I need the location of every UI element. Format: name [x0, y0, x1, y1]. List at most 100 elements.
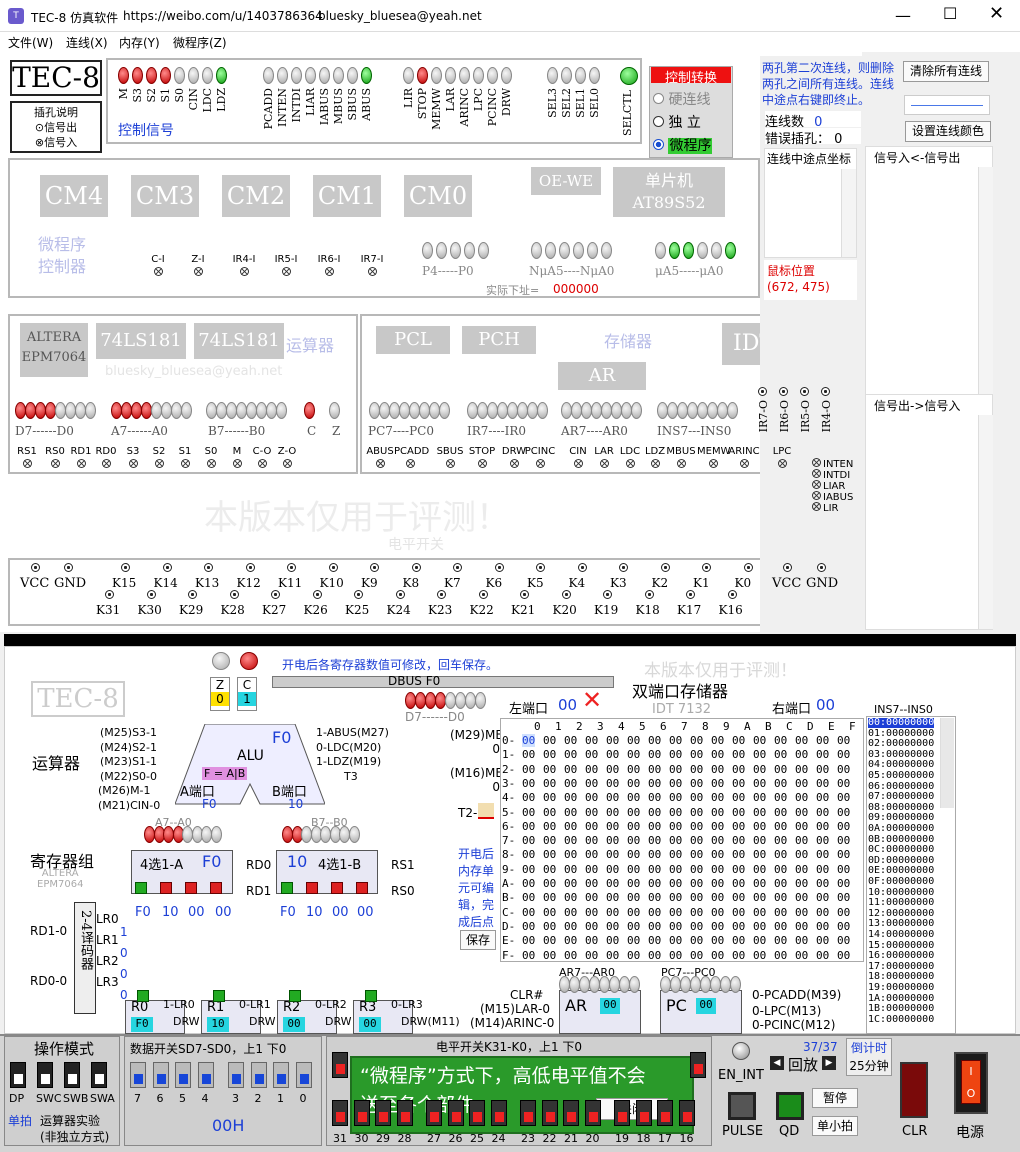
mem-cell[interactable]: 00	[585, 777, 598, 790]
mem-cell[interactable]: 00	[795, 791, 808, 804]
mem-cell[interactable]: 00	[669, 748, 682, 761]
level-switch-19[interactable]	[614, 1100, 630, 1126]
mem-cell[interactable]: 00	[690, 806, 703, 819]
mem-cell[interactable]: 00	[837, 748, 850, 761]
mem-list-item[interactable]: 19:00000000	[868, 983, 934, 993]
mem-cell[interactable]: 00	[606, 820, 619, 833]
mem-cell[interactable]: 00	[753, 820, 766, 833]
mem-cell[interactable]: 00	[774, 734, 787, 747]
mem-cell[interactable]: 00	[837, 763, 850, 776]
mem-cell[interactable]: 00	[732, 763, 745, 776]
mem-cell[interactable]: 00	[837, 791, 850, 804]
mem-list-item[interactable]: 02:00000000	[868, 739, 934, 749]
mem-cell[interactable]: 00	[690, 777, 703, 790]
op-switch-swb[interactable]	[64, 1062, 80, 1088]
mem-cell[interactable]: 00	[837, 863, 850, 876]
mem-cell[interactable]: 00	[585, 734, 598, 747]
mem-cell[interactable]: 00	[648, 891, 661, 904]
register-value[interactable]: 10	[207, 1017, 229, 1032]
mem-cell[interactable]: 00	[522, 863, 535, 876]
mem-cell[interactable]: 00	[648, 949, 661, 962]
data-switch-0[interactable]	[295, 1062, 312, 1088]
mem-cell[interactable]: 00	[816, 748, 829, 761]
mem-cell[interactable]: 00	[606, 806, 619, 819]
mem-cell[interactable]: 00	[690, 906, 703, 919]
mem-cell[interactable]: 00	[627, 820, 640, 833]
k-socket[interactable]	[229, 590, 239, 599]
qd-button[interactable]	[776, 1092, 804, 1120]
socket-abus[interactable]: ABUS	[364, 446, 396, 468]
mem-cell[interactable]: 00	[795, 834, 808, 847]
mem-cell[interactable]: 00	[774, 906, 787, 919]
mem-list-item[interactable]: 17:00000000	[868, 961, 934, 972]
k-socket[interactable]	[312, 590, 322, 599]
menu-memory[interactable]: 内存(Y)	[119, 34, 160, 51]
mem-list-item[interactable]: 12:00000000	[868, 908, 934, 919]
mem-cell[interactable]: 00	[627, 748, 640, 761]
mem-cell[interactable]: 00	[774, 777, 787, 790]
mem-cell[interactable]: 00	[732, 734, 745, 747]
mem-cell[interactable]: 00	[564, 763, 577, 776]
mem-cell[interactable]: 00	[732, 777, 745, 790]
data-switch-5[interactable]	[175, 1062, 191, 1088]
mem-cell[interactable]: 00	[669, 891, 682, 904]
mem-cell[interactable]: 00	[522, 763, 535, 776]
data-switch-4[interactable]	[197, 1062, 214, 1088]
socket-in-icon[interactable]	[232, 459, 242, 468]
mem-cell[interactable]: 00	[543, 820, 556, 833]
mem-cell[interactable]: 00	[795, 748, 808, 761]
mem-cell[interactable]: 00	[606, 934, 619, 947]
mem-cell[interactable]: 00	[774, 877, 787, 890]
mem-cell[interactable]: 00	[711, 777, 724, 790]
mem-cell[interactable]: 00	[837, 834, 850, 847]
mem-cell[interactable]: 00	[774, 949, 787, 962]
mem-cell[interactable]: 00	[816, 734, 829, 747]
k-socket[interactable]	[437, 590, 446, 599]
mem-cell[interactable]: 00	[774, 748, 787, 761]
mem-cell[interactable]: 00	[648, 906, 661, 919]
mem-cell[interactable]: 00	[564, 877, 577, 890]
mem-list-item[interactable]: 18:00000000	[868, 972, 934, 982]
mem-cell[interactable]: 00	[648, 777, 661, 790]
k-socket[interactable]	[660, 563, 670, 572]
mem-cell[interactable]: 00	[564, 934, 577, 947]
mem-cell[interactable]: 00	[543, 934, 556, 947]
socket-s1[interactable]: S1	[172, 446, 198, 468]
mem-cell[interactable]: 00	[627, 920, 640, 933]
mem-cell[interactable]: 00	[522, 834, 535, 847]
mem-cell[interactable]: 00	[732, 877, 745, 890]
socket-in-icon[interactable]	[573, 459, 583, 468]
mem-cell[interactable]: 00	[690, 863, 703, 876]
mem-cell[interactable]: 00	[648, 834, 661, 847]
socket-in-icon[interactable]	[509, 459, 519, 468]
mem-list-item[interactable]: 0E:00000000	[868, 866, 934, 876]
mem-cell[interactable]: 00	[690, 791, 703, 804]
data-switch-7[interactable]	[130, 1062, 146, 1088]
mem-list-item[interactable]: 00:00000000	[868, 718, 935, 728]
mem-cell[interactable]: 00	[795, 949, 808, 962]
mem-cell[interactable]: 00	[816, 848, 829, 861]
mem-cell[interactable]: 00	[606, 949, 619, 962]
mem-list-item[interactable]: 13:00000000	[868, 919, 934, 929]
socket-s2[interactable]: S2	[146, 446, 172, 468]
mem-cell[interactable]: 00	[585, 863, 598, 876]
mem-cell[interactable]: 00	[795, 806, 808, 819]
mem-cell[interactable]: 00	[522, 734, 536, 747]
mem-cell[interactable]: 00	[690, 820, 703, 833]
mem-cell[interactable]: 00	[732, 863, 745, 876]
mem-cell[interactable]: 00	[564, 906, 577, 919]
mem-list-item[interactable]: 16:00000000	[868, 951, 934, 961]
mem-cell[interactable]: 00	[837, 906, 850, 919]
mem-cell[interactable]: 00	[732, 934, 745, 947]
level-switch-30[interactable]	[353, 1100, 370, 1126]
mem-cell[interactable]: 00	[669, 791, 682, 804]
mem-cell[interactable]: 00	[627, 906, 640, 919]
k-socket[interactable]	[743, 563, 753, 572]
mem-cell[interactable]: 00	[711, 834, 724, 847]
mem-cell[interactable]: 00	[753, 748, 766, 761]
waypoint-scrollbar[interactable]	[841, 169, 856, 257]
k-socket[interactable]	[453, 563, 462, 572]
mem-list-item[interactable]: 11:00000000	[868, 898, 934, 908]
mem-cell[interactable]: 00	[816, 791, 829, 804]
mem-cell[interactable]: 00	[522, 777, 535, 790]
